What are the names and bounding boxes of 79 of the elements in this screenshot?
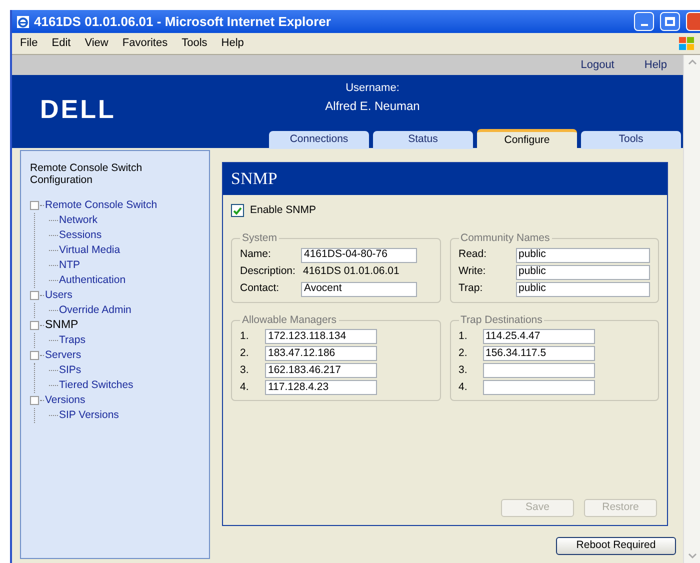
- scrollbar[interactable]: [683, 55, 700, 563]
- input-field[interactable]: Avocent: [301, 282, 417, 296]
- field-label: Description:: [240, 264, 296, 280]
- tree-item[interactable]: SIPs: [59, 363, 82, 378]
- tree-item[interactable]: NTP: [59, 258, 80, 273]
- header-link[interactable]: Help: [644, 56, 667, 74]
- group-title: Community Names: [460, 230, 551, 246]
- field-label: 1.: [240, 328, 250, 344]
- field-label: 2.: [458, 346, 468, 361]
- tree-item[interactable]: Sessions: [59, 228, 102, 243]
- menu-item[interactable]: Help: [221, 35, 244, 52]
- maximize-button[interactable]: [660, 12, 680, 31]
- tree-item[interactable]: Versions: [45, 393, 86, 408]
- menu-item[interactable]: Tools: [182, 35, 208, 52]
- tree-item[interactable]: Tiered Switches: [59, 378, 134, 393]
- field-label: 2.: [240, 346, 250, 361]
- menu-item[interactable]: View: [84, 35, 108, 52]
- window-title: 4161DS 01.01.06.01 - Microsoft Internet Explorer: [34, 12, 331, 31]
- input-field[interactable]: 117.128.4.23: [265, 380, 377, 396]
- tree-item[interactable]: Authentication: [59, 273, 126, 288]
- input-field[interactable]: public: [516, 282, 650, 296]
- username-label: Username:: [346, 81, 400, 96]
- reboot-required-button[interactable]: Reboot Required: [556, 537, 676, 555]
- tree-expander-icon[interactable]: [30, 291, 39, 300]
- windows-logo-icon: [678, 36, 696, 52]
- field-label: Name:: [240, 247, 272, 262]
- tree-expander-icon[interactable]: [30, 396, 39, 405]
- input-field[interactable]: 183.47.12.186: [265, 346, 377, 362]
- minimize-button[interactable]: [634, 12, 654, 31]
- tab[interactable]: Tools: [581, 131, 681, 149]
- field-label: 3.: [458, 362, 468, 378]
- input-field[interactable]: [482, 380, 594, 396]
- field-label: Read:: [458, 247, 488, 262]
- logo: DELL: [40, 94, 116, 124]
- field-label: Write:: [458, 264, 487, 280]
- browser-icon: [16, 14, 30, 28]
- tree-item[interactable]: Traps: [59, 333, 86, 348]
- input-field[interactable]: [482, 363, 594, 378]
- group-title: Trap Destinations: [460, 312, 544, 328]
- tab[interactable]: Configure: [477, 129, 577, 149]
- tree-item[interactable]: Override Admin: [59, 303, 132, 318]
- tree-expander-icon[interactable]: [30, 201, 39, 210]
- enable-checkbox[interactable]: [231, 204, 244, 218]
- username: Alfred E. Neuman: [325, 98, 420, 114]
- field-label: 4.: [458, 380, 468, 395]
- checkbox-label: Enable SNMP: [250, 203, 316, 218]
- tree-item[interactable]: Network: [59, 213, 98, 228]
- menu-item[interactable]: Favorites: [122, 35, 168, 52]
- input-field[interactable]: 4161DS-04-80-76: [301, 248, 417, 262]
- field-label: 3.: [240, 362, 250, 378]
- input-field[interactable]: 156.34.117.5: [482, 346, 594, 362]
- tree-item[interactable]: Remote Console Switch: [45, 198, 158, 213]
- input-field[interactable]: public: [516, 248, 650, 262]
- tab[interactable]: Connections: [269, 131, 369, 149]
- tree-item[interactable]: SIP Versions: [59, 408, 119, 423]
- input-field[interactable]: 172.123.118.134: [265, 329, 377, 344]
- tree-item[interactable]: Virtual Media: [59, 243, 120, 258]
- close-button[interactable]: [686, 12, 700, 31]
- tab[interactable]: Status: [373, 131, 473, 149]
- field-label: Contact:: [240, 281, 280, 296]
- tree-expander-icon[interactable]: [30, 351, 39, 360]
- field-label: 1.: [458, 328, 468, 344]
- tree-item[interactable]: Servers: [45, 348, 82, 363]
- panel-title: SNMP: [231, 168, 278, 190]
- tree-expander-icon[interactable]: [30, 321, 39, 330]
- sidebar-title: Remote Console Switch Configuration: [30, 162, 144, 186]
- field-value: 4161DS 01.01.06.01: [302, 264, 400, 280]
- tree-item[interactable]: SNMP: [45, 318, 78, 333]
- menu-item[interactable]: File: [20, 35, 38, 52]
- field-label: Trap:: [458, 281, 484, 296]
- field-label: 4.: [240, 380, 250, 395]
- menu-item[interactable]: Edit: [52, 35, 71, 52]
- input-field[interactable]: 114.25.4.47: [482, 329, 594, 344]
- input-field[interactable]: 162.183.46.217: [265, 363, 377, 378]
- tree-item[interactable]: Users: [45, 288, 72, 303]
- group-title: Allowable Managers: [241, 312, 338, 328]
- group-title: System: [241, 230, 278, 246]
- header-link[interactable]: Logout: [580, 56, 614, 74]
- input-field[interactable]: public: [516, 264, 650, 280]
